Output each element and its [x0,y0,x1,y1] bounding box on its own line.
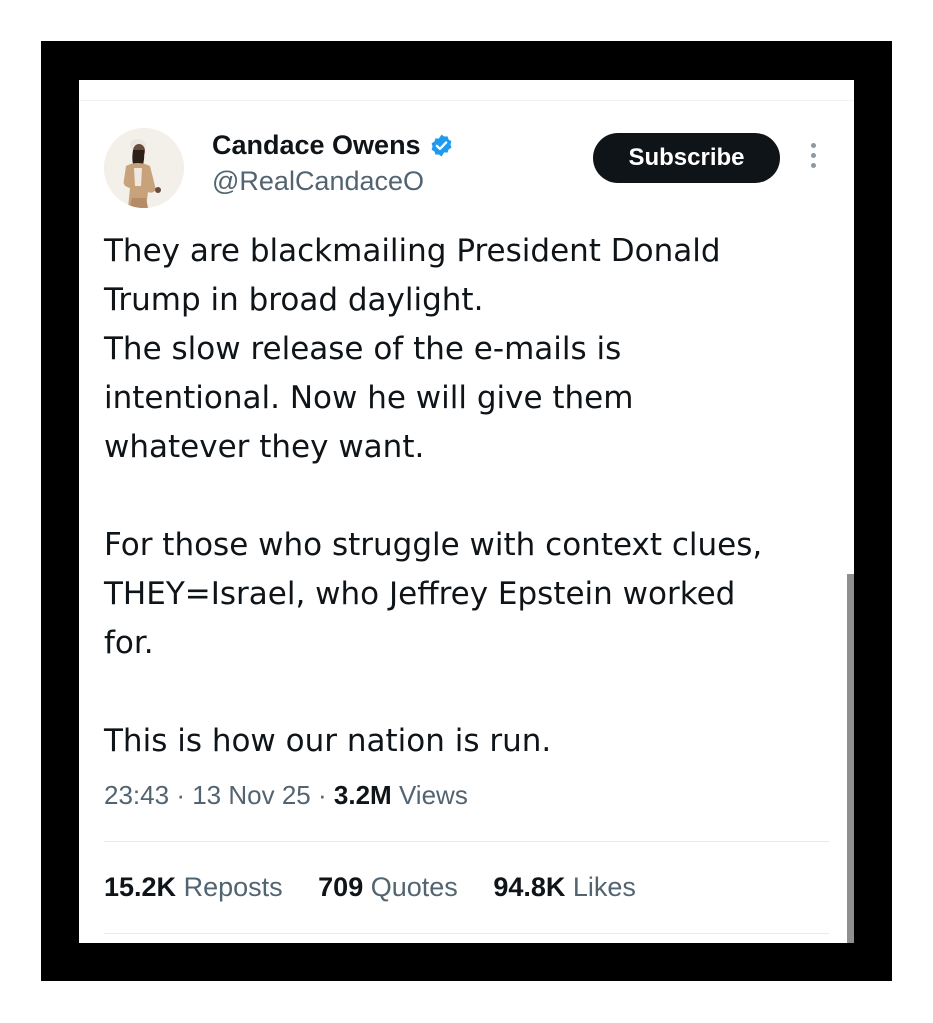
quotes-count: 709 [318,872,364,902]
tweet-text: They are blackmailing President Donald T… [104,227,844,766]
tweet-meta: 23:43 · 13 Nov 25 · 3.2M Views [104,780,468,811]
tweet-line: Trump in broad daylight. [104,282,484,318]
tweet-line: for. [104,625,154,661]
quotes-stat[interactable]: 709 Quotes [318,872,465,902]
top-divider [79,100,854,101]
reposts-stat[interactable]: 15.2K Reposts [104,872,290,902]
tweet-line: They are blackmailing President Donald [104,233,721,269]
tweet-line: For those who struggle with context clue… [104,527,763,563]
quotes-label: Quotes [370,872,458,902]
scrollbar[interactable] [847,574,854,943]
views-label: Views [398,780,468,810]
tweet-line: This is how our nation is run. [104,723,552,759]
meta-separator: · [317,780,327,810]
author-handle[interactable]: @RealCandaceO [212,166,424,197]
subscribe-button[interactable]: Subscribe [593,133,780,183]
more-vertical-icon[interactable] [806,143,820,177]
divider [104,933,829,934]
likes-stat[interactable]: 94.8K Likes [493,872,636,902]
author-row: Candace Owens [212,130,454,161]
reposts-count: 15.2K [104,872,177,902]
tweet-date[interactable]: 13 Nov 25 [192,780,311,810]
author-name[interactable]: Candace Owens [212,130,421,161]
likes-label: Likes [572,872,636,902]
tweet-line: The slow release of the e-mails is [104,331,622,367]
views-count: 3.2M [333,780,392,810]
divider [104,841,829,842]
avatar[interactable] [104,128,184,208]
engagement-stats: 15.2K Reposts 709 Quotes 94.8K Likes [104,872,664,903]
tweet-line: THEY=Israel, who Jeffrey Epstein worked [104,576,736,612]
likes-count: 94.8K [493,872,566,902]
tweet-time[interactable]: 23:43 [104,780,169,810]
tweet-line: intentional. Now he will give them [104,380,634,416]
tweet-card: Candace Owens @RealCandaceO Subscribe Th… [79,80,854,943]
reposts-label: Reposts [183,872,283,902]
verified-badge-icon [429,133,454,158]
meta-separator: · [176,780,185,810]
tweet-line: whatever they want. [104,429,425,465]
